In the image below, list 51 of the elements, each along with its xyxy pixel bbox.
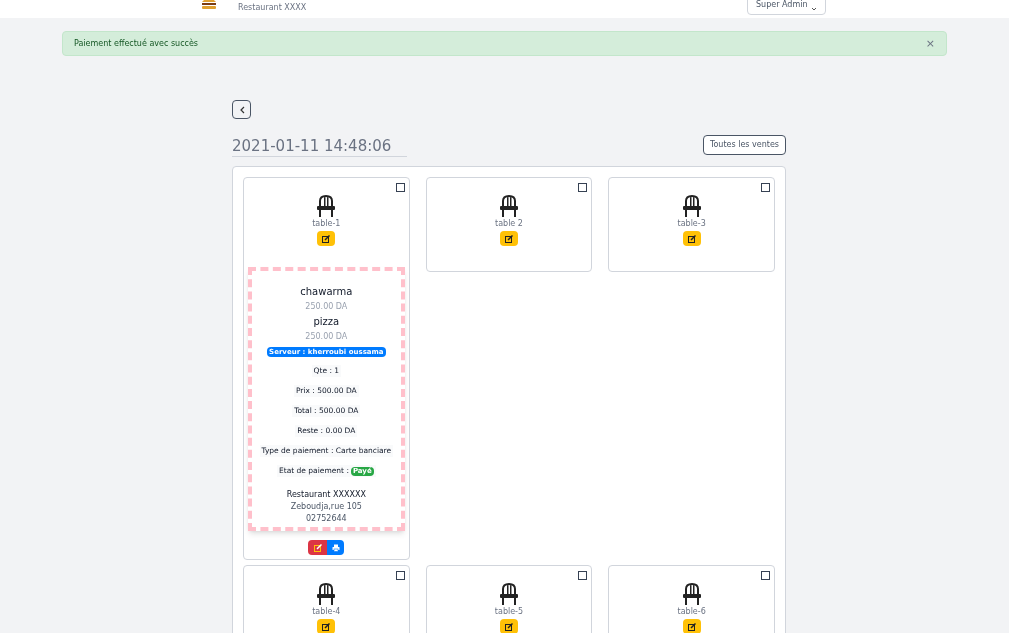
receipt-restaurant: Restaurant XXXXXX [286,489,366,501]
chair-icon [681,582,702,606]
close-button[interactable]: × [925,38,935,49]
edit-icon [505,234,513,243]
caret-icon [811,7,818,11]
back-button[interactable] [232,100,251,119]
table-label: table 2 [495,219,523,229]
receipt-address: Zeboudja,rue 105 [290,501,362,513]
chair-icon [681,194,702,218]
checkbox[interactable] [578,183,588,192]
edit-icon [687,622,696,631]
chevron-left-icon [238,105,245,114]
edit-button[interactable] [500,619,518,633]
edit-button[interactable] [682,231,701,246]
restaurant-name: Restaurant XXXX [238,2,307,14]
table-label: table-3 [677,219,706,229]
chair-icon [499,582,519,606]
checkbox[interactable] [578,571,588,580]
chair-icon [499,194,519,218]
edit-button[interactable] [500,231,518,246]
chair-icon [316,194,337,218]
edit-button[interactable] [317,231,336,246]
edit-icon [313,543,322,552]
checkbox[interactable] [395,571,405,580]
date-heading: 2021-01-11 14:48:06 [232,137,407,157]
table-label: table-4 [312,607,341,617]
checkbox[interactable] [761,571,770,580]
chair-icon [316,582,337,606]
item-name: chawarma [300,285,353,299]
print-button[interactable] [327,540,345,555]
table-label: table-5 [494,607,524,617]
checkbox[interactable] [761,183,770,192]
edit-icon [322,234,331,243]
edit-icon [505,622,513,631]
edit-icon [322,622,331,631]
edit-button[interactable] [682,619,701,633]
printer-icon [331,543,340,552]
alert-message: Paiement effectué avec succès [74,37,199,50]
edit-icon [687,234,696,243]
item-name: pizza [313,315,340,329]
receipt-phone: 02752644 [305,513,347,525]
edit-button[interactable] [317,619,336,633]
edit-receipt-button[interactable] [308,540,328,555]
table-label: table-1 [312,219,341,229]
user-menu-button[interactable]: Super Admin [747,0,827,15]
burger-logo-icon [201,0,217,10]
item-price: 250.00 DA [305,301,348,313]
item-price: 250.00 DA [305,331,348,343]
table-label: table-6 [677,607,706,617]
checkbox[interactable] [395,183,405,192]
all-sales-button[interactable]: Toutes les ventes [702,135,786,155]
